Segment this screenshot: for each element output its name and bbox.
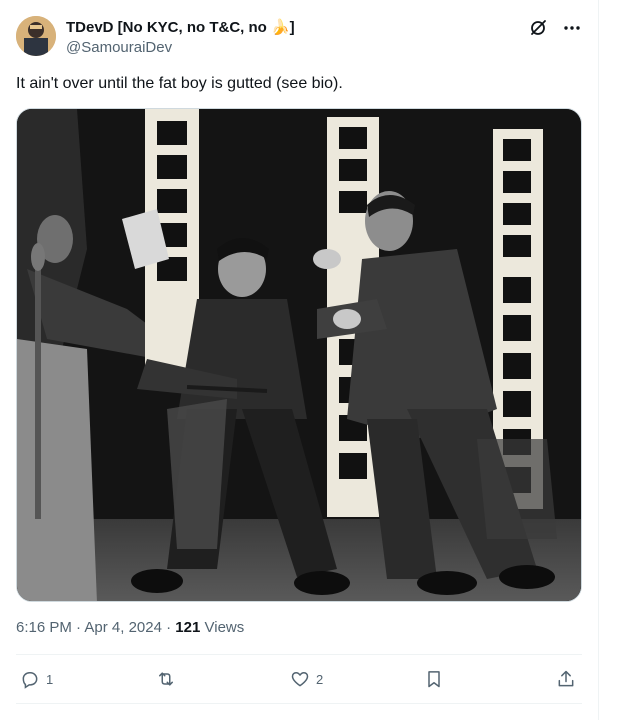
grok-icon[interactable] (528, 18, 548, 38)
like-button[interactable]: 2 (290, 669, 323, 689)
views-label: Views (204, 619, 245, 636)
tweet-time[interactable]: 6:16 PM (16, 619, 72, 636)
avatar-image (16, 16, 56, 56)
header-icons (528, 18, 582, 38)
reply-button[interactable]: 1 (20, 669, 53, 689)
tweet-media-photo[interactable] (16, 108, 582, 602)
repost-icon (159, 672, 173, 686)
photo-image (17, 109, 581, 601)
like-count: 2 (316, 671, 324, 687)
timeline-border (598, 0, 599, 720)
tweet: TDevD [No KYC, no T&C, no 🍌] @SamouraiDe… (16, 14, 582, 704)
views-count: 121 (175, 619, 201, 636)
handle[interactable]: @SamouraiDev (66, 38, 295, 58)
tweet-meta: 6:16 PM · Apr 4, 2024 · 121 Views (16, 618, 582, 638)
repost-button[interactable] (156, 669, 182, 689)
tweet-date[interactable]: Apr 4, 2024 (84, 619, 162, 636)
meta-separator-2: · (166, 619, 172, 636)
divider (16, 654, 582, 655)
tweet-header: TDevD [No KYC, no T&C, no 🍌] @SamouraiDe… (16, 14, 582, 58)
bookmark-icon (428, 671, 440, 688)
reply-icon (22, 672, 38, 689)
tweet-text: It ain't over until the fat boy is gutte… (16, 75, 343, 92)
author-names: TDevD [No KYC, no T&C, no 🍌] @SamouraiDe… (66, 18, 295, 58)
divider-bottom (16, 703, 582, 704)
share-icon (558, 670, 574, 687)
bookmark-button[interactable] (424, 669, 444, 689)
reply-count: 1 (46, 671, 54, 687)
meta-separator: · (76, 619, 82, 636)
heart-icon (291, 672, 309, 687)
display-name[interactable]: TDevD [No KYC, no T&C, no 🍌] (66, 18, 295, 38)
share-button[interactable] (556, 669, 576, 689)
avatar[interactable] (16, 16, 56, 56)
action-bar: 1 2 (16, 657, 582, 703)
more-options-icon[interactable] (562, 18, 582, 38)
